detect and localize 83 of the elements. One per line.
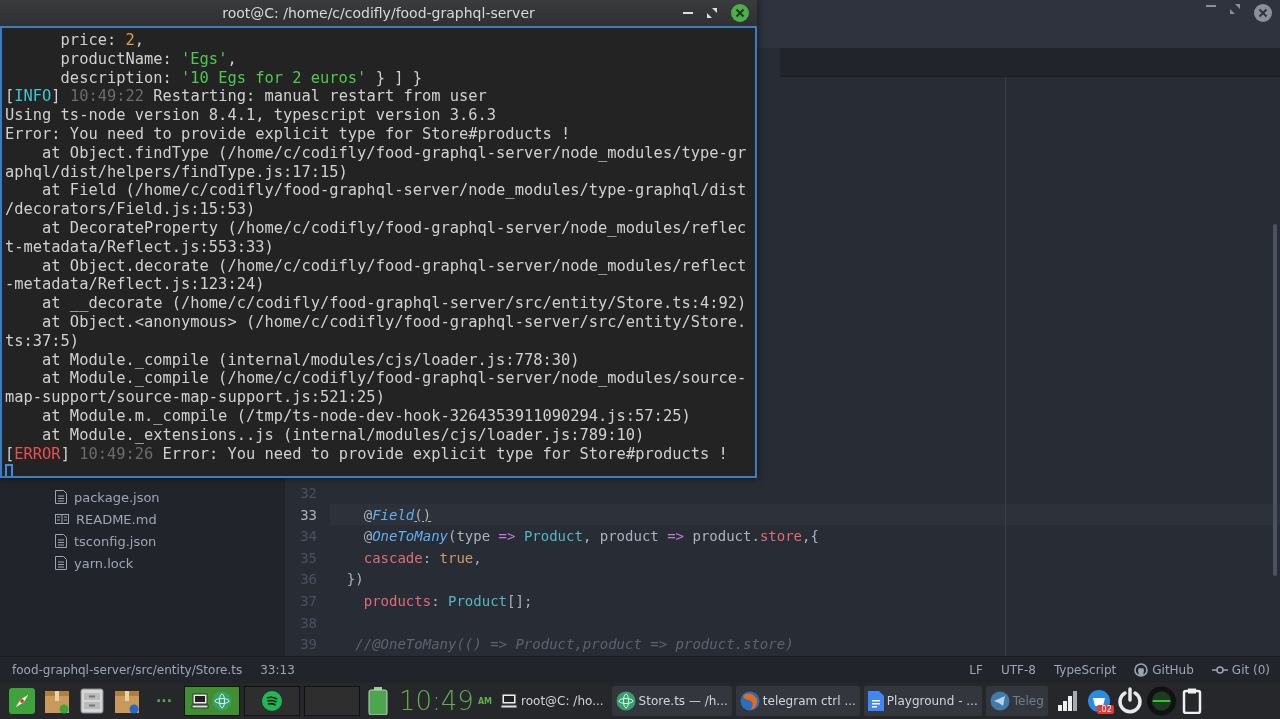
file-path[interactable]: food-graphql-server/src/entity/Store.ts <box>12 663 243 677</box>
workspace[interactable] <box>183 686 240 716</box>
line-number: 33 <box>299 506 318 523</box>
power-icon[interactable] <box>1116 687 1145 715</box>
terminal-line: at __decorate (/home/c/codifly/food-graphql-server/src/entity/Store.ts:4:92) <box>41 294 747 313</box>
book-icon <box>55 513 69 525</box>
task-button[interactable]: root@C: /ho... <box>496 686 608 716</box>
window-title: root@C: /home/c/codifly/food-graphql-server <box>222 5 535 21</box>
minimize-icon[interactable] <box>683 11 693 15</box>
file-name[interactable]: tsconfig.json <box>74 533 157 549</box>
code-line: }) <box>345 571 364 588</box>
terminal-line: ts:37:5) <box>5 331 80 350</box>
compass-icon[interactable] <box>9 688 35 714</box>
terminal-line: at Module._compile (/home/c/codifly/food-graphql-server/node_modules/source- <box>41 369 747 388</box>
browser-icon <box>739 691 760 711</box>
github-icon <box>1134 663 1149 677</box>
file-icon <box>55 534 67 548</box>
file-name[interactable]: package.json <box>74 489 160 505</box>
clipboard-icon[interactable] <box>1182 688 1203 714</box>
file-icon <box>55 490 67 504</box>
terminal-line: Using ts-node version 8.4.1, typescript version 3.6.3 <box>5 106 497 125</box>
terminal-line: aphql/dist/helpers/findType.js:17:15) <box>5 162 348 181</box>
text-cursor <box>5 464 13 476</box>
commit-icon <box>1211 666 1228 674</box>
file-icon <box>55 556 67 570</box>
battery-icon <box>367 687 388 715</box>
code-line: cascade: true, <box>362 549 482 566</box>
minimize-icon[interactable] <box>1206 4 1216 8</box>
status-item[interactable]: TypeScript <box>1053 663 1117 677</box>
status-item[interactable]: GitHub <box>1152 663 1194 677</box>
task-button[interactable]: Playground - ... <box>863 686 982 716</box>
telegram-icon <box>989 691 1010 711</box>
terminal-line: price: 2, <box>59 31 145 49</box>
terminal-line: description: '10 Egs for 2 euros' } ] } <box>59 68 422 87</box>
terminal-line: at Module._compile (internal/modules/cjs/loader.js:778:30) <box>41 350 580 369</box>
close-icon[interactable] <box>731 4 749 22</box>
maximize-icon[interactable] <box>1230 4 1240 14</box>
code-line: @OneToMany(type => Product, product => product.store,{ <box>362 528 819 545</box>
notification-badge: .02 <box>1097 705 1114 714</box>
status-item[interactable]: Git (0) <box>1231 663 1270 677</box>
task-button[interactable]: telegram ctrl ... <box>735 686 860 716</box>
file-name[interactable]: yarn.lock <box>74 555 134 571</box>
terminal-line: at Object.findType (/home/c/codifly/food-graphql-server/node_modules/type-gr <box>41 143 747 162</box>
clock: 10:49 <box>398 686 474 716</box>
cursor-position[interactable]: 33:13 <box>260 663 295 677</box>
terminal-line: at DecorateProperty (/home/c/codifly/food-graphql-server/node_modules/reflec <box>41 218 747 237</box>
cabinet-icon[interactable] <box>79 688 105 714</box>
file-name[interactable]: README.md <box>76 511 157 527</box>
computer-icon <box>500 692 519 710</box>
code-line: products: Product[]; <box>362 593 533 609</box>
close-icon[interactable] <box>1254 4 1272 22</box>
music-icon <box>261 691 282 711</box>
atom-icon <box>615 691 636 711</box>
terminal-line: at Field (/home/c/codifly/food-graphql-server/node_modules/type-graphql/dist <box>41 181 747 200</box>
task-button[interactable]: Store.ts — /h... <box>611 686 732 716</box>
terminal-line: t-metadata/Reflect.js:553:33) <box>5 237 274 256</box>
terminal-line: [INFO] 10:49:22 Restarting: manual restart from user <box>5 87 487 106</box>
terminal-line: -metadata/Reflect.js:123:24) <box>5 275 265 294</box>
maximize-icon[interactable] <box>707 8 717 18</box>
workspace[interactable] <box>243 686 300 716</box>
package-icon[interactable] <box>44 688 70 714</box>
more-launchers[interactable]: ··· <box>156 693 172 709</box>
code-line: //@OneToMany(() => Product,product => product.store) <box>354 636 794 653</box>
atom-icon <box>212 691 233 711</box>
scrollbar-thumb[interactable] <box>1273 224 1277 576</box>
terminal-line: at Module.m._compile (/tmp/ts-node-dev-hook-3264353911090294.js:57:25) <box>41 406 691 425</box>
terminal-line: at Object.<anonymous> (/home/c/codifly/food-graphql-server/src/entity/Store. <box>41 312 747 331</box>
terminal-line: /decorators/Field.js:15:53) <box>5 200 256 219</box>
signal-icon[interactable] <box>1057 690 1080 712</box>
terminal-line: at Module._extensions..js (internal/modules/cjs/loader.js:789:10) <box>41 425 645 444</box>
terminal-line: map-support/source-map-support.js:521:25) <box>5 388 385 407</box>
terminal-line: productName: 'Egs', <box>59 49 237 68</box>
package-icon[interactable] <box>114 688 140 714</box>
terminal-line: [ERROR] 10:49:26 Error: You need to provide explicit type for Store#products ! <box>5 444 728 463</box>
document-icon <box>867 691 884 711</box>
status-item[interactable]: UTF-8 <box>1000 663 1036 677</box>
code-line: @Field() <box>362 506 432 523</box>
status-item[interactable]: LF <box>969 663 983 677</box>
terminal-line: Error: You need to provide explicit type for Store#products ! <box>5 125 571 143</box>
computer-icon <box>191 692 210 710</box>
clock-meridiem: AM <box>477 696 493 706</box>
disc-icon[interactable] <box>1146 686 1176 716</box>
terminal-line: at Object.decorate (/home/c/codifly/food-graphql-server/node_modules/reflect <box>41 256 747 275</box>
